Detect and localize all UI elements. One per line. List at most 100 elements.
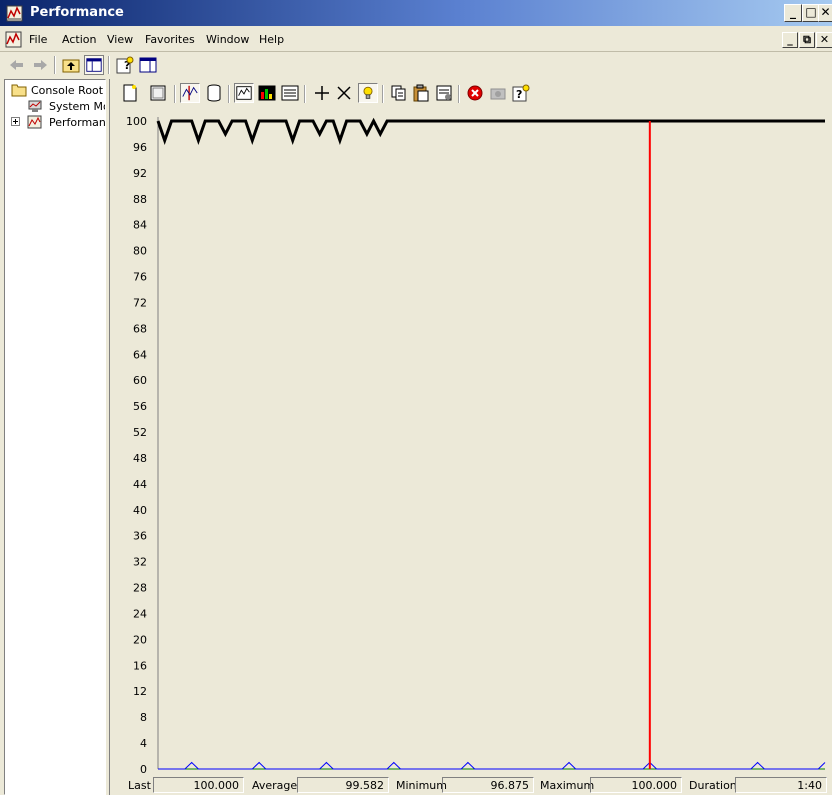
view-log-data-icon[interactable] xyxy=(204,83,224,103)
y-tick-label: 80 xyxy=(133,245,147,258)
y-tick-label: 48 xyxy=(133,452,147,465)
last-label: Last xyxy=(128,779,151,792)
value-bar: Last 100.000 Average 99.582 Minimum 96.8… xyxy=(109,777,832,795)
view-graph-icon[interactable] xyxy=(234,83,254,103)
toolbar-separator xyxy=(54,56,56,74)
show-hide-action-pane-icon[interactable] xyxy=(138,55,158,75)
add-counter-icon[interactable] xyxy=(312,83,332,103)
help-icon[interactable]: ? xyxy=(115,55,135,75)
series-line[interactable] xyxy=(156,117,825,145)
minimum-label: Minimum xyxy=(396,779,447,792)
y-tick-label: 76 xyxy=(133,271,147,284)
y-tick-label: 100 xyxy=(126,115,147,128)
tree-item-label: Performance Logs and Alerts xyxy=(49,116,106,129)
last-value: 100.000 xyxy=(153,777,244,793)
up-one-level-icon[interactable] xyxy=(61,55,81,75)
folder-icon xyxy=(11,84,27,97)
average-value: 99.582 xyxy=(297,777,389,793)
y-tick-label: 8 xyxy=(140,711,147,724)
y-tick-label: 84 xyxy=(133,219,147,232)
y-tick-label: 52 xyxy=(133,426,147,439)
console-tree: Console Root System Monitor Performance … xyxy=(4,79,106,795)
y-tick-label: 60 xyxy=(133,374,147,387)
maximum-value: 100.000 xyxy=(590,777,682,793)
y-tick-label: 92 xyxy=(133,167,147,180)
svg-text:?: ? xyxy=(516,88,522,101)
show-hide-tree-icon[interactable] xyxy=(84,55,104,75)
menu-action[interactable]: Action xyxy=(62,33,96,46)
y-tick-label: 24 xyxy=(133,607,147,620)
y-tick-label: 44 xyxy=(133,478,147,491)
toolbar-separator xyxy=(382,85,384,103)
y-tick-label: 16 xyxy=(133,659,147,672)
performance-logs-icon xyxy=(27,115,42,129)
new-counter-set-icon[interactable] xyxy=(120,83,140,103)
graph-series xyxy=(156,117,826,770)
system-monitor-toolbar: ? xyxy=(110,79,832,109)
system-monitor-panel: ? 100 96 92 88 84 80 76 72 68 64 60 56 52 48 44 40 36 32 2… xyxy=(109,79,832,795)
child-close-button[interactable]: ✕ xyxy=(816,32,832,48)
expand-plus-icon[interactable] xyxy=(11,117,20,126)
toolbar-separator xyxy=(108,56,110,74)
view-report-icon[interactable] xyxy=(280,83,300,103)
series-line[interactable] xyxy=(158,761,826,770)
sysmon-help-icon[interactable]: ? xyxy=(511,83,531,103)
duration-label: Duration xyxy=(689,779,737,792)
view-current-activity-icon[interactable] xyxy=(180,83,200,103)
y-tick-label: 88 xyxy=(133,193,147,206)
y-tick-label: 36 xyxy=(133,530,147,543)
y-tick-label: 32 xyxy=(133,556,147,569)
menu-help[interactable]: Help xyxy=(259,33,284,46)
close-button[interactable]: ✕ xyxy=(818,4,832,22)
menu-bar: File Action View Favorites Window Help _… xyxy=(0,28,832,52)
y-tick-label: 64 xyxy=(133,348,147,361)
menu-favorites[interactable]: Favorites xyxy=(145,33,195,46)
y-tick-label: 96 xyxy=(133,141,147,154)
properties-icon[interactable] xyxy=(434,83,454,103)
freeze-display-icon[interactable] xyxy=(465,83,485,103)
update-data-icon[interactable] xyxy=(488,83,508,103)
main-toolbar: ? xyxy=(0,53,832,77)
y-tick-label: 0 xyxy=(140,763,147,776)
menu-window[interactable]: Window xyxy=(206,33,249,46)
child-minimize-button[interactable]: _ xyxy=(782,32,798,48)
console-document-icon[interactable] xyxy=(5,31,22,48)
y-tick-label: 72 xyxy=(133,296,147,309)
average-label: Average xyxy=(252,779,298,792)
y-tick-label: 56 xyxy=(133,400,147,413)
system-monitor-icon xyxy=(28,100,42,112)
forward-arrow-icon[interactable] xyxy=(30,55,50,75)
tree-item-label: System Monitor xyxy=(49,100,105,113)
duration-value: 1:40 xyxy=(735,777,827,793)
toolbar-separator xyxy=(228,85,230,103)
y-tick-label: 28 xyxy=(133,582,147,595)
y-tick-label: 40 xyxy=(133,504,147,517)
maximum-label: Maximum xyxy=(540,779,595,792)
performance-graph[interactable]: 1009692888480767268646056524844403632282… xyxy=(110,109,832,777)
clear-display-icon[interactable] xyxy=(148,83,168,103)
app-window: Performance _ □ ✕ File Action View Favor… xyxy=(0,0,832,795)
paste-counter-list-icon[interactable] xyxy=(411,83,431,103)
title-bar[interactable]: Performance _ □ ✕ xyxy=(0,0,832,26)
toolbar-separator xyxy=(174,85,176,103)
back-arrow-icon[interactable] xyxy=(7,55,27,75)
view-histogram-icon[interactable] xyxy=(257,83,277,103)
y-axis: 1009692888480767268646056524844403632282… xyxy=(126,115,147,776)
delete-counter-icon[interactable] xyxy=(334,83,354,103)
child-restore-button[interactable]: ⧉ xyxy=(799,32,815,48)
tree-item-label: Console Root xyxy=(31,84,104,97)
performance-app-icon xyxy=(6,5,23,22)
window-title: Performance xyxy=(30,5,124,20)
y-tick-label: 20 xyxy=(133,633,147,646)
toolbar-separator xyxy=(458,85,460,103)
copy-properties-icon[interactable] xyxy=(389,83,409,103)
menu-view[interactable]: View xyxy=(107,33,133,46)
y-tick-label: 4 xyxy=(140,737,147,750)
menu-file[interactable]: File xyxy=(29,33,47,46)
highlight-lightbulb-icon[interactable] xyxy=(358,83,378,103)
y-tick-label: 68 xyxy=(133,322,147,335)
y-tick-label: 12 xyxy=(133,685,147,698)
toolbar-separator xyxy=(304,85,306,103)
minimize-button[interactable]: _ xyxy=(784,4,802,22)
minimum-value: 96.875 xyxy=(442,777,534,793)
